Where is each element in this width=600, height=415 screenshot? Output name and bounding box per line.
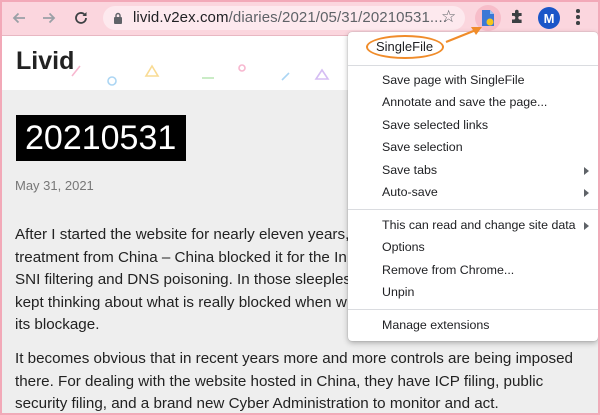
url-path: /diaries/2021/05/31/20210531.... <box>228 9 447 26</box>
menu-item-remove[interactable]: Remove from Chrome... <box>348 259 598 281</box>
menu-item-manage-extensions[interactable]: Manage extensions <box>348 314 598 336</box>
menu-separator <box>348 65 598 66</box>
menu-item-site-access[interactable]: This can read and change site data <box>348 214 598 236</box>
singlefile-extension-button[interactable] <box>475 5 501 31</box>
menu-item-label: Options <box>382 240 425 254</box>
paragraph-line: there. For dealing with the website host… <box>15 372 544 390</box>
submenu-arrow-icon <box>584 222 589 230</box>
lock-icon[interactable] <box>113 12 123 24</box>
menu-item-label: Save tabs <box>382 163 438 177</box>
url-text: livid.v2ex.com/diaries/2021/05/31/202105… <box>133 9 447 26</box>
menu-item-options[interactable]: Options <box>348 236 598 258</box>
puzzle-icon[interactable] <box>509 8 527 26</box>
submenu-arrow-icon <box>584 189 589 197</box>
menu-separator <box>348 209 598 210</box>
menu-item-label: Save selected links <box>382 118 489 132</box>
menu-item-annotate[interactable]: Annotate and save the page... <box>348 91 598 113</box>
menu-title: SingleFile <box>376 39 434 54</box>
submenu-arrow-icon <box>584 167 589 175</box>
menu-item-save-selected-links[interactable]: Save selected links <box>348 114 598 136</box>
star-icon[interactable]: ☆ <box>441 7 456 27</box>
menu-item-unpin[interactable]: Unpin <box>348 281 598 303</box>
menu-item-label: Save page with SingleFile <box>382 73 525 87</box>
site-title[interactable]: Livid <box>16 47 74 76</box>
post-date: May 31, 2021 <box>15 178 94 193</box>
menu-item-label: This can read and change site data <box>382 218 576 232</box>
extension-context-menu: SingleFile Save page with SingleFile Ann… <box>348 32 598 341</box>
kebab-menu-icon[interactable] <box>572 9 584 27</box>
forward-arrow-icon[interactable] <box>38 7 60 29</box>
menu-item-save-selection[interactable]: Save selection <box>348 136 598 158</box>
menu-item-label: Unpin <box>382 285 415 299</box>
back-arrow-icon[interactable] <box>8 7 30 29</box>
post-title: 20210531 <box>16 115 187 161</box>
browser-toolbar: livid.v2ex.com/diaries/2021/05/31/202105… <box>0 0 600 36</box>
menu-item-auto-save[interactable]: Auto-save <box>348 181 598 203</box>
profile-avatar[interactable]: M <box>538 7 560 29</box>
menu-item-label: Annotate and save the page... <box>382 95 548 109</box>
paragraph-line: It becomes obvious that in recent years … <box>15 350 574 367</box>
paragraph-2: It becomes obvious that in recent years … <box>15 348 575 415</box>
reload-icon[interactable] <box>70 7 92 29</box>
paragraph-line: security filing, and a brand new Cyber A… <box>15 395 499 412</box>
url-host: livid.v2ex.com <box>133 9 229 26</box>
menu-item-label: Remove from Chrome... <box>382 263 515 277</box>
menu-item-label: Save selection <box>382 140 463 154</box>
menu-item-label: Auto-save <box>382 185 438 199</box>
menu-item-label: Manage extensions <box>382 318 490 332</box>
menu-item-save-tabs[interactable]: Save tabs <box>348 159 598 181</box>
address-bar[interactable]: livid.v2ex.com/diaries/2021/05/31/202105… <box>103 6 465 30</box>
menu-separator <box>348 309 598 310</box>
singlefile-extension-icon <box>482 10 494 26</box>
menu-item-save-page[interactable]: Save page with SingleFile <box>348 69 598 91</box>
